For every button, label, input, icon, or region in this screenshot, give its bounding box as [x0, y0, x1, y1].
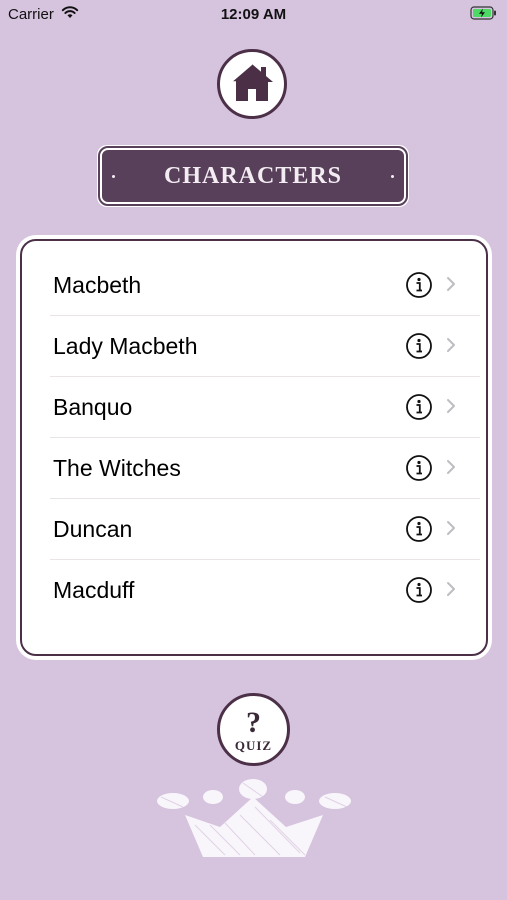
- character-row-banquo[interactable]: Banquo: [50, 377, 480, 438]
- info-icon[interactable]: [405, 332, 433, 365]
- info-icon[interactable]: [405, 393, 433, 426]
- title-banner: CHARACTERS: [97, 145, 409, 207]
- chevron-right-icon: [446, 459, 456, 480]
- character-list: Macbeth Lady Macbeth Banquo The Witches …: [50, 255, 480, 620]
- character-name: Macduff: [53, 577, 135, 603]
- chevron-right-icon: [446, 398, 456, 419]
- quiz-label: QUIZ: [234, 737, 273, 753]
- quiz-button[interactable]: ? QUIZ: [217, 693, 290, 766]
- character-row-duncan[interactable]: Duncan: [50, 499, 480, 560]
- character-row-macduff[interactable]: Macduff: [50, 560, 480, 620]
- character-name: Lady Macbeth: [53, 333, 198, 359]
- info-icon[interactable]: [405, 515, 433, 548]
- banner-dot-left: [112, 174, 115, 178]
- character-name: Macbeth: [53, 272, 142, 298]
- info-icon[interactable]: [405, 454, 433, 487]
- chevron-right-icon: [446, 581, 456, 602]
- quiz-question-icon: ?: [246, 705, 261, 739]
- character-list-card: Macbeth Lady Macbeth Banquo The Witches …: [16, 235, 492, 660]
- chevron-right-icon: [446, 276, 456, 297]
- chevron-right-icon: [446, 520, 456, 541]
- chevron-right-icon: [446, 337, 456, 358]
- character-row-lady-macbeth[interactable]: Lady Macbeth: [50, 316, 480, 377]
- home-icon: [228, 60, 275, 109]
- title-banner-inner: CHARACTERS: [98, 146, 408, 206]
- banner-dot-right: [391, 174, 394, 178]
- battery-charging-icon: [470, 6, 498, 24]
- crown-icon: [155, 775, 353, 870]
- character-list-frame: Macbeth Lady Macbeth Banquo The Witches …: [20, 239, 488, 656]
- character-name: The Witches: [53, 455, 181, 481]
- character-name: Banquo: [53, 394, 133, 420]
- status-time: 12:09 AM: [220, 6, 287, 23]
- status-bar: Carrier 12:09 AM: [0, 0, 507, 28]
- info-icon[interactable]: [405, 271, 433, 304]
- info-icon[interactable]: [405, 576, 433, 609]
- character-name: Duncan: [53, 516, 133, 542]
- home-button[interactable]: [217, 49, 287, 119]
- page-title: CHARACTERS: [163, 162, 343, 189]
- character-row-the-witches[interactable]: The Witches: [50, 438, 480, 499]
- character-row-macbeth[interactable]: Macbeth: [50, 255, 480, 316]
